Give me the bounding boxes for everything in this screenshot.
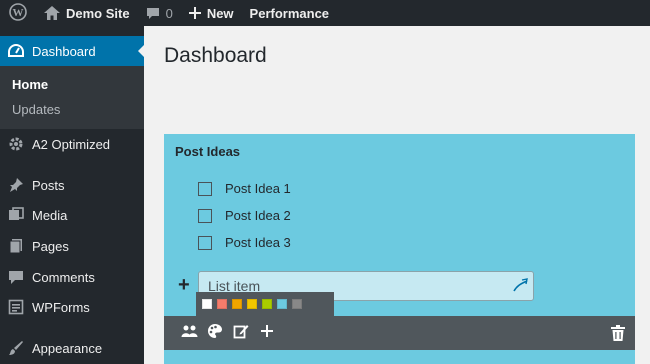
list-item-text: Post Idea 1 <box>225 181 291 196</box>
color-swatch-green[interactable] <box>262 299 272 309</box>
delete-button[interactable] <box>611 325 625 346</box>
sidebar-item-wpforms[interactable]: WPForms <box>0 294 144 320</box>
wordpress-logo-icon: W <box>9 2 27 24</box>
color-swatch-orange[interactable] <box>232 299 242 309</box>
admin-sidebar: Dashboard Home Updates A2 Optimized Post… <box>0 26 145 364</box>
gear-icon <box>0 136 32 152</box>
media-label: Media <box>32 207 68 223</box>
item-checkbox[interactable] <box>198 235 212 250</box>
users-button[interactable] <box>176 324 202 343</box>
comments-link[interactable]: 0 <box>138 0 181 26</box>
sidebar-item-comments[interactable]: Comments <box>0 264 144 290</box>
pen-nib-icon[interactable] <box>513 278 528 297</box>
a2-optimized-label: A2 Optimized <box>32 136 111 152</box>
submenu-item-updates[interactable]: Updates <box>12 102 60 117</box>
widget-toolbar <box>164 316 635 350</box>
wordpress-logo-button[interactable]: W <box>0 0 36 26</box>
comments-label: Comments <box>32 269 95 285</box>
wpforms-label: WPForms <box>32 299 90 315</box>
performance-link[interactable]: Performance <box>242 0 337 26</box>
sidebar-item-appearance[interactable]: Appearance <box>0 335 144 361</box>
appearance-label: Appearance <box>32 340 103 356</box>
list-item-text: Post Idea 3 <box>225 235 291 250</box>
pages-icon <box>0 238 32 254</box>
site-name-label: Demo Site <box>66 5 130 21</box>
performance-label: Performance <box>249 5 330 21</box>
comment-bubble-icon <box>0 270 32 285</box>
comment-bubble-icon <box>146 7 160 20</box>
sidebar-item-posts[interactable]: Posts <box>0 172 144 198</box>
new-content-button[interactable]: New <box>181 0 242 26</box>
color-swatch-yellow[interactable] <box>247 299 257 309</box>
color-swatch-white[interactable] <box>202 299 212 309</box>
dashboard-submenu: Home Updates <box>0 66 144 129</box>
page-title: Dashboard <box>164 44 267 67</box>
add-item-icon[interactable]: + <box>178 275 190 295</box>
list-item: Post Idea 1 <box>198 181 291 196</box>
item-checkbox[interactable] <box>198 208 212 223</box>
sidebar-item-dashboard[interactable]: Dashboard <box>0 36 145 66</box>
site-name-link[interactable]: Demo Site <box>36 0 138 26</box>
list-item: Post Idea 3 <box>198 235 291 250</box>
pages-label: Pages <box>32 238 69 254</box>
edit-note-icon <box>233 323 249 344</box>
color-swatch-blue[interactable] <box>277 299 287 309</box>
color-swatch-gray[interactable] <box>292 299 302 309</box>
svg-text:W: W <box>13 7 24 19</box>
color-palette <box>196 292 334 316</box>
list-item-text: Post Idea 2 <box>225 208 291 223</box>
form-icon <box>0 299 32 315</box>
media-icon <box>0 207 32 223</box>
new-label: New <box>206 5 234 21</box>
dashboard-label: Dashboard <box>32 43 96 59</box>
add-list-button[interactable] <box>254 324 280 342</box>
pushpin-icon <box>0 177 32 193</box>
paintbrush-icon <box>0 340 32 356</box>
plus-icon <box>261 324 273 342</box>
color-swatch-red[interactable] <box>217 299 227 309</box>
trash-icon <box>611 325 625 345</box>
sidebar-item-media[interactable]: Media <box>0 202 144 228</box>
submenu-item-home[interactable]: Home <box>12 77 48 92</box>
admin-bar: W Demo Site 0 New Performance <box>0 0 650 26</box>
dashboard-gauge-icon <box>0 43 32 59</box>
plus-icon <box>188 7 201 19</box>
home-icon <box>44 6 60 20</box>
widget-title: Post Ideas <box>175 144 241 159</box>
item-checkbox[interactable] <box>198 181 212 196</box>
palette-icon <box>207 323 223 344</box>
current-menu-arrow <box>138 44 145 58</box>
sidebar-item-a2-optimized[interactable]: A2 Optimized <box>0 131 144 157</box>
comments-count: 0 <box>165 5 173 21</box>
posts-label: Posts <box>32 177 65 193</box>
color-picker-button[interactable] <box>202 323 228 344</box>
sidebar-item-pages[interactable]: Pages <box>0 233 144 259</box>
list-item: Post Idea 2 <box>198 208 291 223</box>
users-icon <box>181 324 198 343</box>
edit-button[interactable] <box>228 323 254 344</box>
